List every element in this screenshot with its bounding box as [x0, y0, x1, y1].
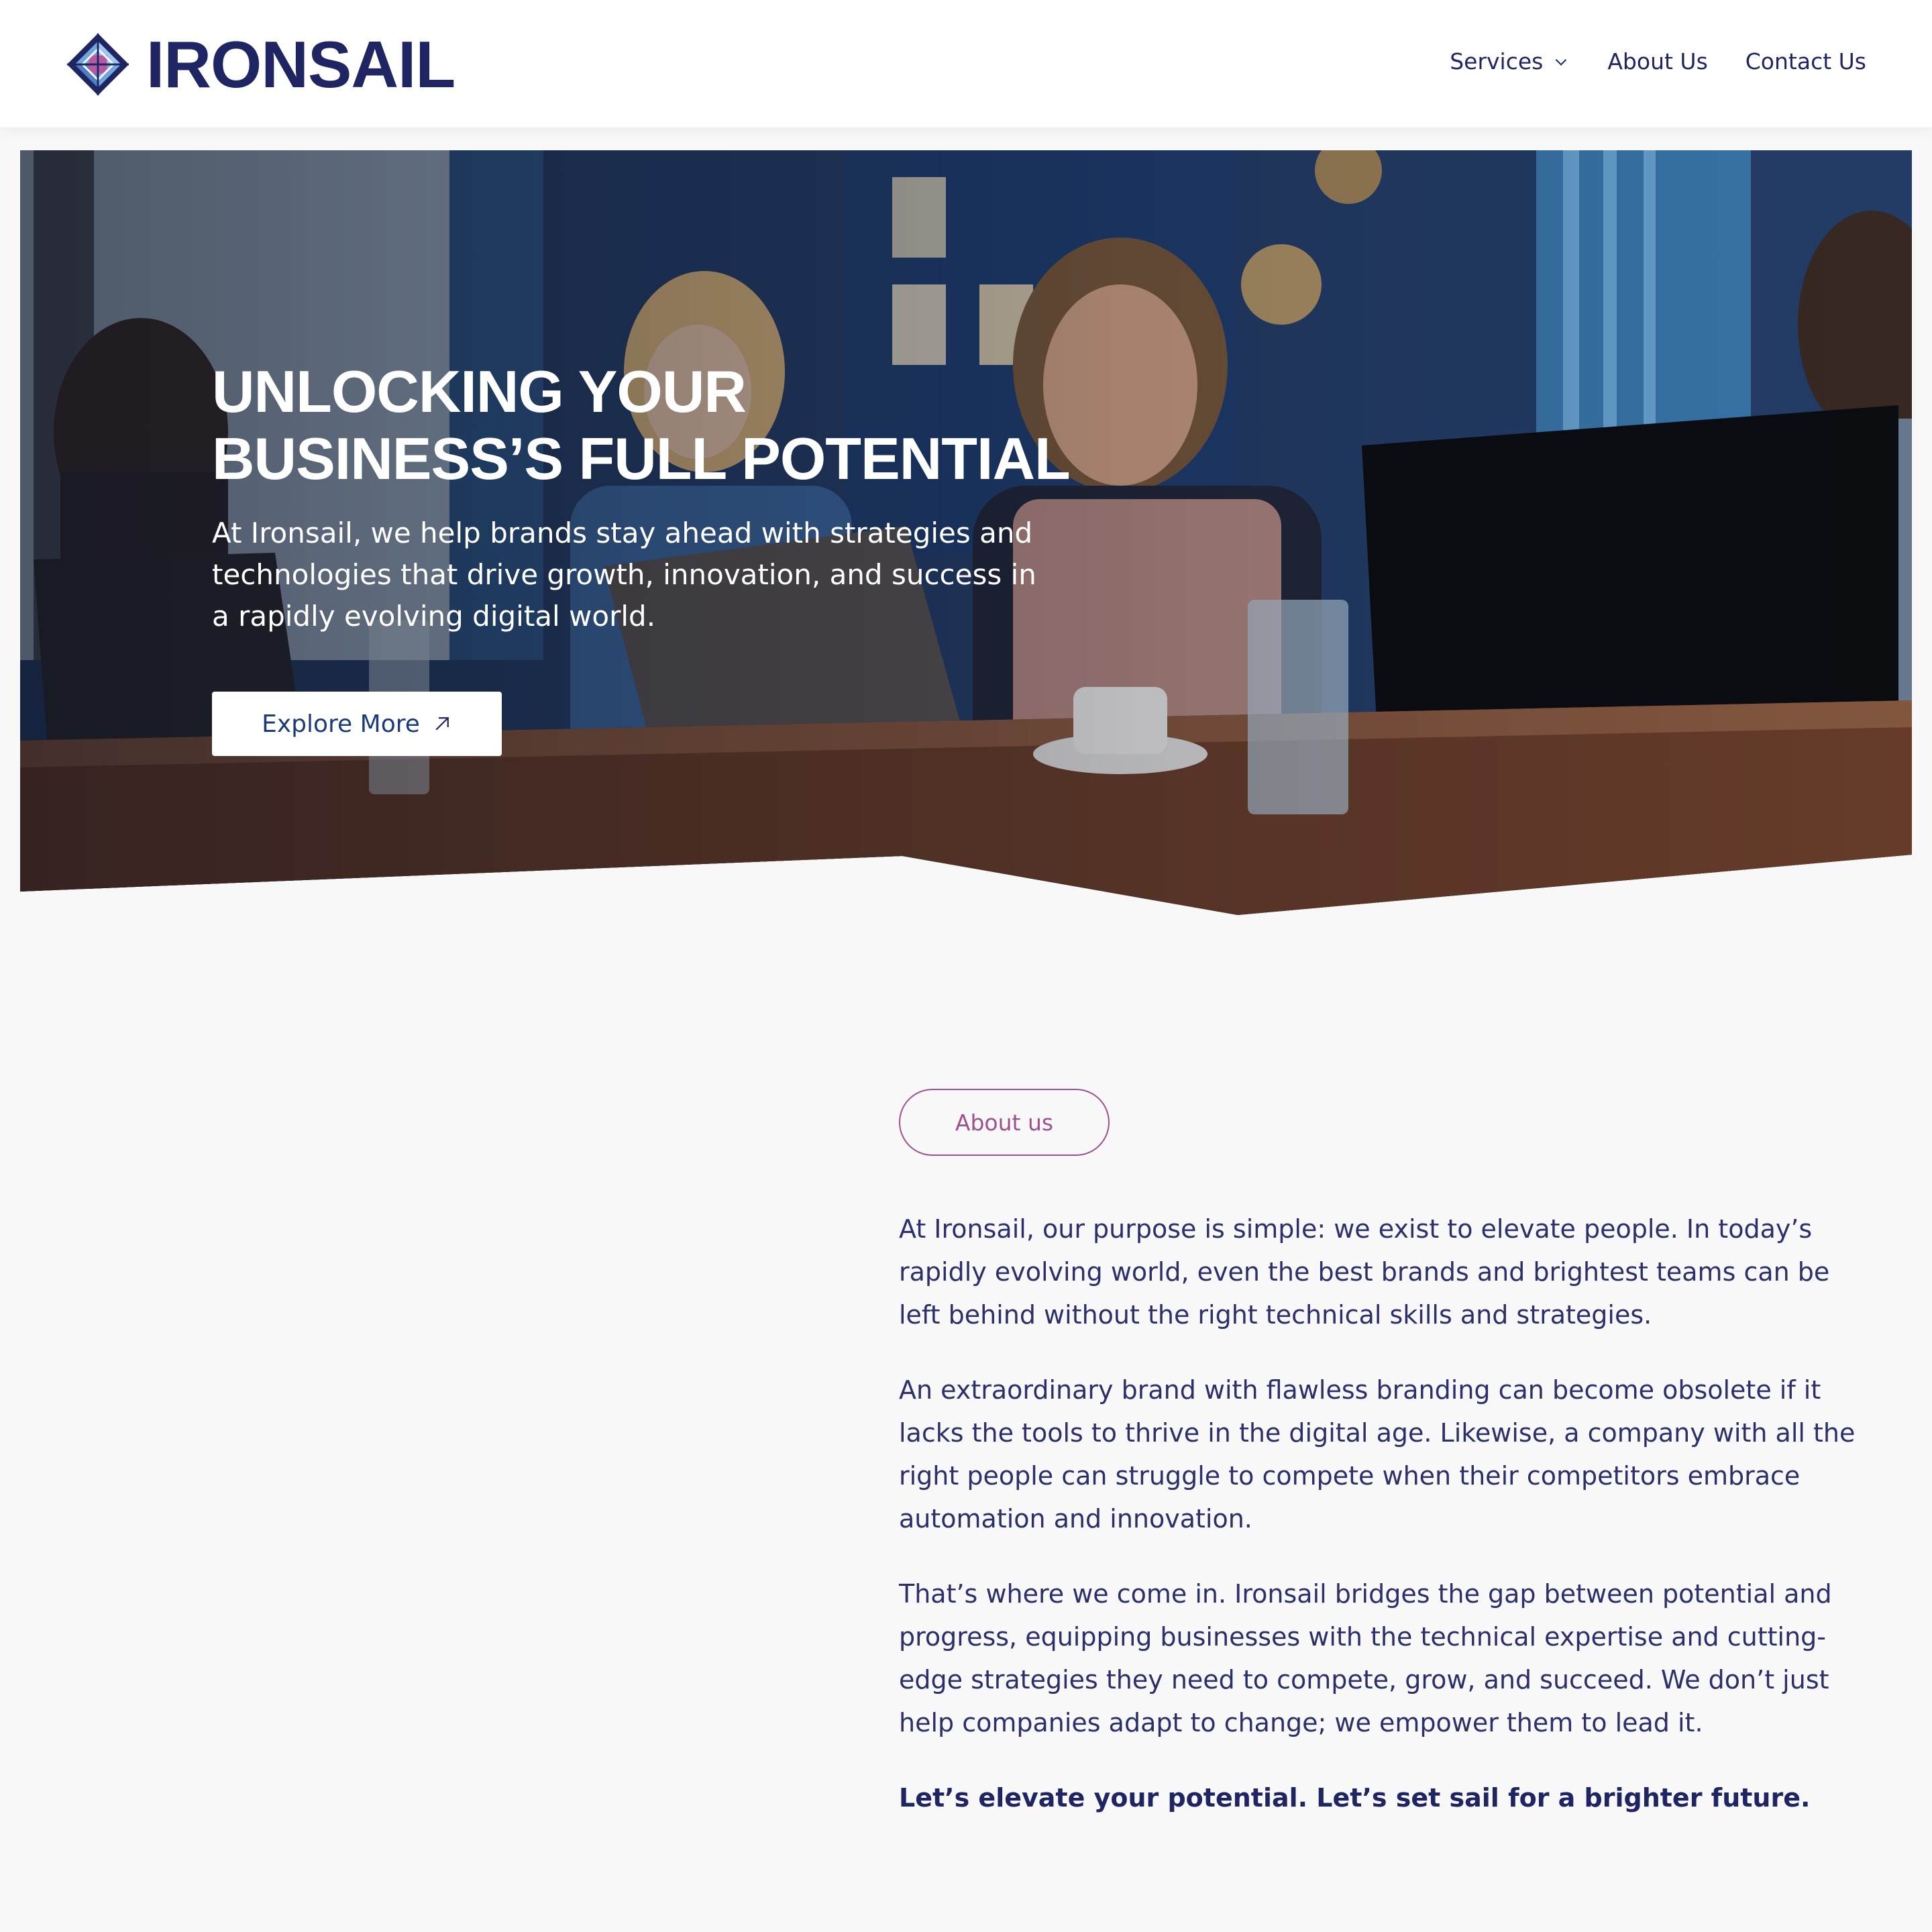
chevron-down-icon — [1556, 58, 1567, 66]
logo-wordmark: IRONSAIL — [146, 28, 455, 101]
about-body: At Ironsail, our purpose is simple: we e… — [899, 1208, 1872, 1851]
hero-title-line-1: UNLOCKING YOUR — [212, 358, 747, 425]
explore-more-button[interactable]: Explore More — [212, 692, 502, 756]
nav-item-label: Contact Us — [1745, 48, 1866, 74]
hero-subtitle: At Ironsail, we help brands stay ahead w… — [212, 517, 1036, 633]
explore-more-label: Explore More — [262, 710, 420, 738]
logo-link[interactable]: IRONSAIL — [66, 31, 455, 98]
main-nav: Services About Us Contact Us — [1450, 48, 1866, 74]
page: IRONSAIL Services About Us Contact Us UN… — [0, 0, 1932, 1932]
about-paragraph: That’s where we come in. Ironsail bridge… — [899, 1579, 1832, 1737]
nav-item-about-us[interactable]: About Us — [1607, 48, 1707, 74]
about-us-badge: About us — [899, 1089, 1110, 1156]
hero-banner: UNLOCKING YOUR BUSINESS’S FULL POTENTIAL… — [20, 150, 1912, 915]
arrow-up-right-icon — [435, 717, 449, 731]
ironsail-logo-icon — [66, 33, 129, 96]
hero-title: UNLOCKING YOUR BUSINESS’S FULL POTENTIAL — [212, 358, 1151, 492]
about-closing-statement: Let’s elevate your potential. Let’s set … — [899, 1783, 1811, 1813]
nav-item-contact-us[interactable]: Contact Us — [1746, 48, 1866, 74]
nav-item-label: Services — [1450, 48, 1544, 74]
about-paragraph: An extraordinary brand with flawless bra… — [899, 1375, 1856, 1534]
nav-item-services[interactable]: Services — [1450, 48, 1570, 74]
hero-title-line-2: BUSINESS’S FULL POTENTIAL — [212, 425, 1071, 492]
nav-item-label: About Us — [1607, 48, 1708, 74]
about-paragraph: At Ironsail, our purpose is simple: we e… — [899, 1214, 1830, 1330]
site-header: IRONSAIL Services About Us Contact Us — [0, 0, 1932, 129]
